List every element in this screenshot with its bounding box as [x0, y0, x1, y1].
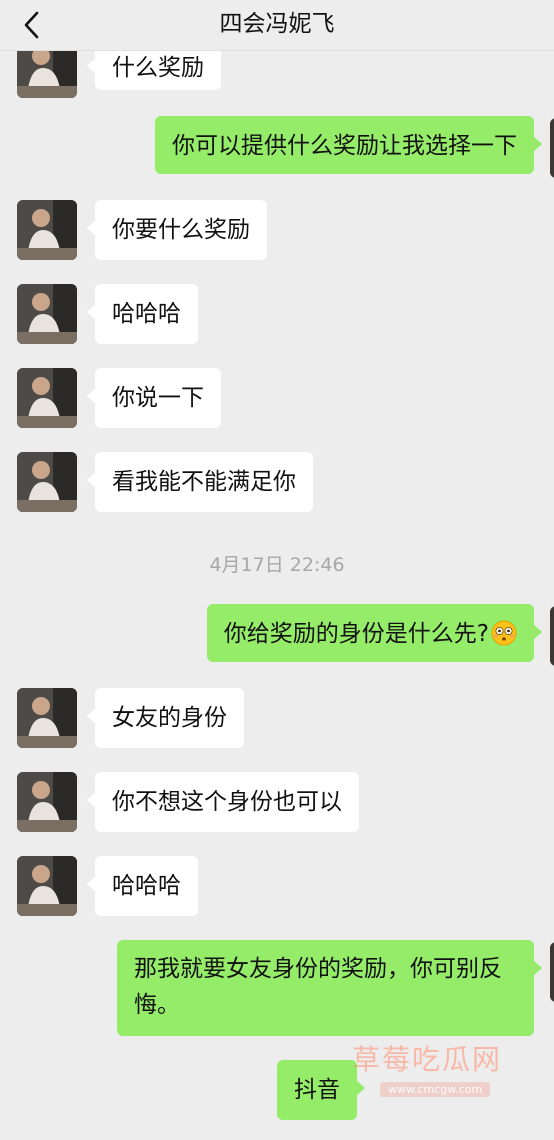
incoming-message-bubble[interactable]: 你要什么奖励	[87, 200, 267, 260]
avatar-photo	[17, 856, 77, 916]
contact-avatar[interactable]	[17, 368, 77, 428]
contact-avatar[interactable]	[17, 50, 77, 98]
watermark-url: www.cmcgw.com	[380, 1082, 491, 1097]
avatar-photo	[17, 200, 77, 260]
avatar-photo	[17, 688, 77, 748]
contact-avatar[interactable]	[17, 452, 77, 512]
incoming-message-bubble[interactable]: 哈哈哈	[87, 856, 198, 916]
message-text: 你说一下	[112, 385, 204, 411]
contact-avatar[interactable]	[17, 688, 77, 748]
message-list[interactable]: 什么奖励 你可以提供什么奖励让我选择一下 你要什么奖励 哈哈哈 你说一下 看我能…	[0, 50, 554, 1140]
message-text: 女友的身份	[112, 705, 227, 731]
message-text: 抖音	[294, 1077, 340, 1103]
incoming-message-bubble[interactable]: 什么奖励	[87, 50, 221, 90]
incoming-message-bubble[interactable]: 哈哈哈	[87, 284, 198, 344]
contact-avatar[interactable]	[17, 856, 77, 916]
message-text: 什么奖励	[112, 55, 204, 81]
outgoing-message-bubble[interactable]: 你给奖励的身份是什么先?	[206, 604, 543, 662]
watermark-logo: 草莓吃瓜网	[352, 1043, 503, 1076]
avatar-photo	[17, 284, 77, 344]
contact-avatar[interactable]	[17, 200, 77, 260]
message-text: 那我就要女友身份的奖励，你可别反悔。	[134, 956, 502, 1018]
self-avatar[interactable]	[550, 942, 554, 1002]
outgoing-message-bubble[interactable]: 那我就要女友身份的奖励，你可别反悔。	[117, 940, 542, 1036]
incoming-message-bubble[interactable]: 看我能不能满足你	[87, 452, 313, 512]
avatar-photo	[17, 772, 77, 832]
outgoing-message-bubble[interactable]: 抖音	[277, 1060, 365, 1120]
chat-title: 四会冯妮飞	[219, 11, 335, 37]
avatar-photo	[17, 50, 77, 98]
message-text: 哈哈哈	[112, 873, 181, 899]
message-text: 你给奖励的身份是什么先?	[223, 621, 489, 647]
outgoing-message-bubble[interactable]: 你可以提供什么奖励让我选择一下	[155, 116, 542, 174]
flushed-face-emoji-icon	[491, 620, 517, 646]
chat-header: 四会冯妮飞	[0, 0, 554, 51]
incoming-message-bubble[interactable]: 你说一下	[87, 368, 221, 428]
self-avatar[interactable]	[550, 118, 554, 178]
chat-timestamp: 4月17日 22:46	[209, 554, 345, 576]
message-text: 你可以提供什么奖励让我选择一下	[172, 133, 517, 159]
message-text: 你不想这个身份也可以	[112, 789, 342, 815]
message-text: 你要什么奖励	[112, 217, 250, 243]
contact-avatar[interactable]	[17, 772, 77, 832]
self-avatar[interactable]	[550, 606, 554, 666]
contact-avatar[interactable]	[17, 284, 77, 344]
incoming-message-bubble[interactable]: 你不想这个身份也可以	[87, 772, 359, 832]
avatar-photo	[17, 452, 77, 512]
avatar-photo	[17, 368, 77, 428]
message-text: 哈哈哈	[112, 301, 181, 327]
message-text: 看我能不能满足你	[112, 469, 296, 495]
incoming-message-bubble[interactable]: 女友的身份	[87, 688, 244, 748]
